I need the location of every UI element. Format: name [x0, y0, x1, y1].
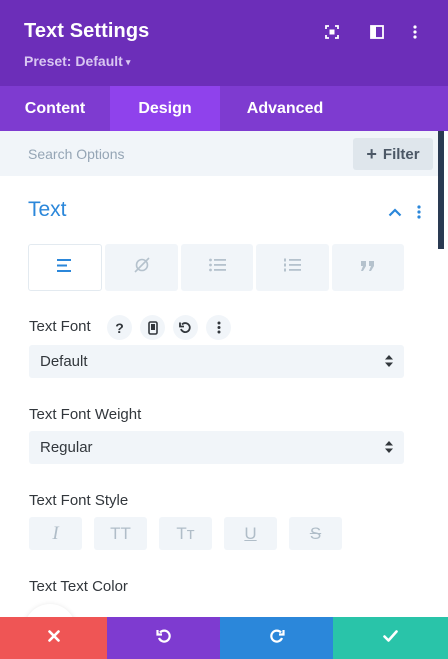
blockquote-icon: [360, 259, 376, 277]
bulleted-list-icon: [208, 258, 226, 277]
underline-button[interactable]: U: [224, 517, 277, 550]
redo-button[interactable]: [220, 617, 333, 659]
settings-modal: Text Settings Preset: Default ▾ Content D…: [0, 0, 448, 659]
uppercase-button[interactable]: TT: [94, 517, 147, 550]
undo-icon: [155, 628, 172, 649]
reset-icon[interactable]: [173, 315, 198, 340]
text-font-style-label: Text Font Style: [29, 492, 129, 509]
plus-icon: +: [366, 143, 377, 164]
link-tab[interactable]: [105, 244, 178, 291]
numbered-list-icon: [283, 258, 301, 277]
tab-design[interactable]: Design: [110, 86, 220, 131]
help-icon[interactable]: ?: [107, 315, 132, 340]
text-font-tools: ?: [107, 315, 231, 340]
select-arrows-icon: [385, 354, 393, 368]
select-arrows-icon: [385, 440, 393, 454]
filter-label: Filter: [382, 145, 420, 163]
tab-bar: Content Design Advanced: [0, 86, 448, 131]
check-icon: [383, 629, 398, 647]
save-button[interactable]: [333, 617, 448, 659]
italic-button[interactable]: I: [29, 517, 82, 550]
text-font-style-group: I TT Tт U S: [29, 517, 342, 550]
modal-header: Text Settings Preset: Default ▾: [0, 0, 448, 86]
redo-icon: [269, 628, 285, 649]
no-link-icon: [133, 257, 151, 278]
text-text-color-label: Text Text Color: [29, 578, 128, 595]
small-caps-icon: Tт: [176, 523, 195, 543]
text-font-select[interactable]: Default: [29, 345, 404, 378]
numbered-list-tab[interactable]: [256, 244, 329, 291]
text-font-weight-select[interactable]: Regular: [29, 431, 404, 464]
text-font-weight-label: Text Font Weight: [29, 406, 142, 423]
uppercase-icon: TT: [110, 523, 131, 543]
modal-title: Text Settings: [24, 20, 150, 42]
preset-label: Preset: Default: [24, 53, 123, 69]
focus-icon[interactable]: [322, 22, 342, 42]
text-align-left-icon: [57, 258, 73, 277]
text-font-value: Default: [40, 353, 88, 370]
strikethrough-button[interactable]: S: [289, 517, 342, 550]
small-caps-button[interactable]: Tт: [159, 517, 212, 550]
text-font-weight-value: Regular: [40, 439, 93, 456]
modal-footer: [0, 617, 448, 659]
close-icon: [47, 629, 60, 647]
tab-advanced[interactable]: Advanced: [220, 86, 350, 131]
text-style-tabs: [28, 244, 405, 291]
strikethrough-icon: S: [309, 523, 322, 543]
section-title[interactable]: Text: [28, 198, 67, 222]
preset-dropdown[interactable]: Preset: Default ▾: [24, 53, 130, 69]
tab-content[interactable]: Content: [0, 86, 110, 131]
more-vertical-icon[interactable]: [405, 22, 425, 42]
blockquote-tab[interactable]: [331, 244, 405, 291]
undo-button[interactable]: [107, 617, 220, 659]
filter-button[interactable]: + Filter: [353, 138, 433, 170]
text-font-label: Text Font: [29, 318, 91, 335]
underline-icon: U: [244, 523, 257, 543]
preset-caret-icon: ▾: [125, 57, 131, 67]
split-view-icon[interactable]: [367, 22, 387, 42]
italic-icon: I: [52, 522, 59, 544]
section-more-icon[interactable]: [412, 203, 426, 221]
chevron-up-icon[interactable]: [386, 203, 404, 221]
cancel-button[interactable]: [0, 617, 107, 659]
responsive-icon[interactable]: [140, 315, 165, 340]
search-input[interactable]: [28, 144, 328, 164]
bulleted-list-tab[interactable]: [180, 244, 254, 291]
text-align-left-tab[interactable]: [28, 244, 103, 291]
scrollbar-thumb[interactable]: [438, 131, 444, 249]
more-vertical-icon[interactable]: [206, 315, 231, 340]
